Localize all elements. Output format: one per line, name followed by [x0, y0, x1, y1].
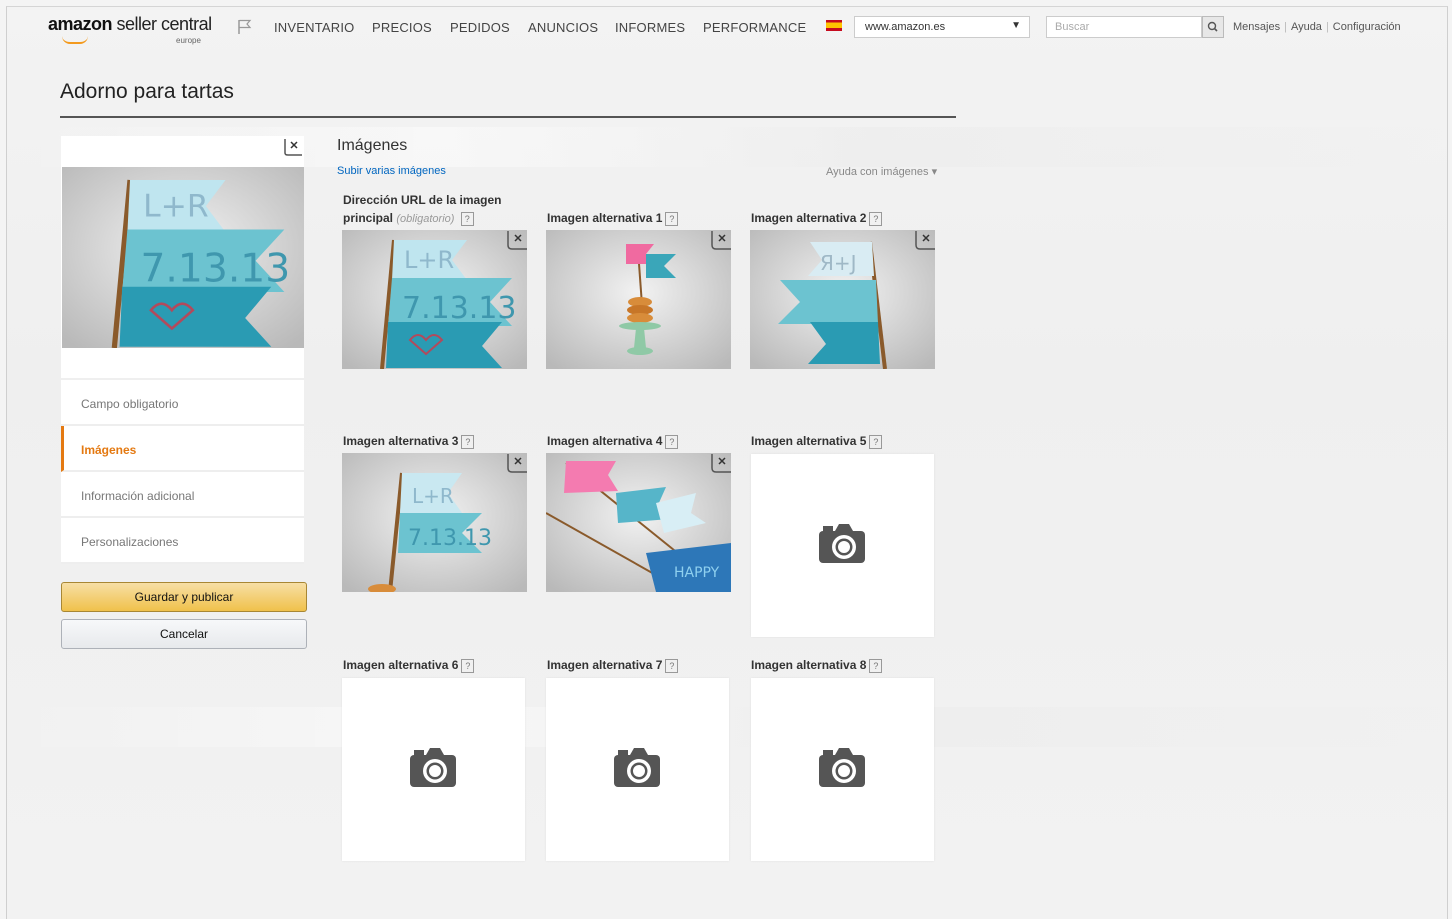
logo-brand: amazon: [48, 14, 113, 34]
alt-image-2-slot[interactable]: [750, 230, 935, 369]
product-main-image: [62, 167, 304, 348]
alt-image-5-label-text: Imagen alternativa 5: [751, 434, 867, 448]
main-image-label-line1: Dirección URL de la imagen: [343, 193, 502, 207]
main-image-label-line2: principal: [343, 211, 394, 225]
nav-performance[interactable]: PERFORMANCE: [703, 20, 806, 35]
close-icon[interactable]: [506, 230, 527, 250]
help-icon[interactable]: ?: [461, 434, 475, 449]
marketplace-select[interactable]: www.amazon.es ▼: [854, 16, 1030, 38]
alt-image-8-slot[interactable]: [751, 678, 934, 861]
title-divider: [60, 116, 956, 118]
nav-informes[interactable]: INFORMES: [615, 20, 685, 35]
alt-image-8-label-text: Imagen alternativa 8: [751, 658, 867, 672]
sidebar-item-imagenes[interactable]: Imágenes: [61, 426, 304, 472]
alt-image-1-label-text: Imagen alternativa 1: [547, 211, 663, 225]
help-icon[interactable]: ?: [461, 658, 475, 673]
nav-inventario[interactable]: INVENTARIO: [274, 20, 355, 35]
camera-icon: [819, 524, 865, 563]
logo-text: seller central: [112, 14, 213, 34]
upload-multiple-images-link[interactable]: Subir varias imágenes: [337, 165, 446, 177]
search-button[interactable]: [1202, 16, 1224, 38]
alt-image-3-label: Imagen alternativa 3?: [343, 432, 475, 450]
alt-image-4-label-text: Imagen alternativa 4: [547, 434, 663, 448]
caret-down-icon: ▾: [931, 166, 938, 178]
sidebar-item-campo-obligatorio[interactable]: Campo obligatorio: [61, 380, 304, 426]
main-image-thumbnail: [342, 230, 527, 369]
flag-icon[interactable]: [236, 18, 254, 36]
main-image-slot[interactable]: [342, 230, 527, 369]
alt-image-2-label-text: Imagen alternativa 2: [751, 211, 867, 225]
top-navigation-bar: amazon seller central europe INVENTARIO …: [6, 8, 1446, 46]
page-title: Adorno para tartas: [60, 80, 234, 103]
caret-down-icon: ▼: [1011, 20, 1021, 31]
alt-image-3-thumbnail: [342, 453, 527, 592]
camera-icon: [614, 748, 660, 787]
camera-icon: [410, 748, 456, 787]
alt-image-7-slot[interactable]: [546, 678, 729, 861]
help-icon[interactable]: ?: [869, 658, 883, 673]
sidebar-item-personalizaciones[interactable]: Personalizaciones: [61, 518, 304, 564]
sidebar-item-informacion-adicional[interactable]: Información adicional: [61, 472, 304, 518]
alt-image-4-thumbnail: [546, 453, 731, 592]
help-icon[interactable]: ?: [869, 434, 883, 449]
alt-image-2-thumbnail: [750, 230, 935, 369]
alt-image-4-slot[interactable]: [546, 453, 731, 592]
alt-image-4-label: Imagen alternativa 4?: [547, 432, 679, 450]
main-image-label: Dirección URL de la imagen principal (ob…: [343, 191, 533, 228]
alt-image-2-label: Imagen alternativa 2?: [751, 209, 883, 227]
close-icon[interactable]: [506, 453, 527, 473]
alt-image-3-slot[interactable]: [342, 453, 527, 592]
close-icon[interactable]: [710, 230, 731, 250]
cancel-button[interactable]: Cancelar: [61, 619, 307, 649]
marketplace-select-value: www.amazon.es: [865, 21, 946, 33]
help-icon[interactable]: ?: [665, 658, 679, 673]
alt-image-5-slot[interactable]: [751, 454, 934, 637]
alt-image-3-label-text: Imagen alternativa 3: [343, 434, 459, 448]
spain-flag-icon: [826, 20, 842, 31]
alt-image-7-label: Imagen alternativa 7?: [547, 656, 679, 674]
messages-link[interactable]: Mensajes: [1233, 21, 1280, 33]
alt-image-7-label-text: Imagen alternativa 7: [547, 658, 663, 672]
main-image-required: (obligatorio): [396, 213, 455, 225]
images-help-link[interactable]: Ayuda con imágenes ▾: [826, 165, 937, 178]
listing-sections-nav: Campo obligatorio Imágenes Información a…: [61, 380, 304, 564]
alt-image-5-label: Imagen alternativa 5?: [751, 432, 883, 450]
alt-image-6-slot[interactable]: [342, 678, 525, 861]
top-links: Mensajes | Ayuda | Configuración: [1233, 21, 1401, 33]
help-link[interactable]: Ayuda: [1291, 21, 1322, 33]
logo-region: europe: [176, 36, 201, 45]
help-icon[interactable]: ?: [869, 211, 883, 226]
alt-image-6-label-text: Imagen alternativa 6: [343, 658, 459, 672]
alt-image-1-slot[interactable]: [546, 230, 731, 369]
help-icon[interactable]: ?: [665, 211, 679, 226]
nav-precios[interactable]: PRECIOS: [372, 20, 432, 35]
close-icon[interactable]: [283, 138, 303, 156]
search-input[interactable]: Buscar: [1046, 16, 1202, 38]
alt-image-6-label: Imagen alternativa 6?: [343, 656, 475, 674]
close-icon[interactable]: [914, 230, 935, 250]
save-and-publish-button[interactable]: Guardar y publicar: [61, 582, 307, 612]
help-icon[interactable]: ?: [665, 434, 679, 449]
nav-pedidos[interactable]: PEDIDOS: [450, 20, 510, 35]
seller-central-logo[interactable]: amazon seller central europe: [48, 14, 213, 45]
alt-image-1-thumbnail: [546, 230, 731, 369]
settings-link[interactable]: Configuración: [1333, 21, 1401, 33]
alt-image-1-label: Imagen alternativa 1?: [547, 209, 679, 227]
images-section-title: Imágenes: [337, 137, 408, 154]
close-icon[interactable]: [710, 453, 731, 473]
camera-icon: [819, 748, 865, 787]
logo-smile-icon: [62, 36, 88, 44]
help-icon[interactable]: ?: [460, 211, 474, 226]
nav-anuncios[interactable]: ANUNCIOS: [528, 20, 598, 35]
alt-image-8-label: Imagen alternativa 8?: [751, 656, 883, 674]
search-icon: [1207, 21, 1218, 32]
images-help-label: Ayuda con imágenes: [826, 166, 929, 178]
